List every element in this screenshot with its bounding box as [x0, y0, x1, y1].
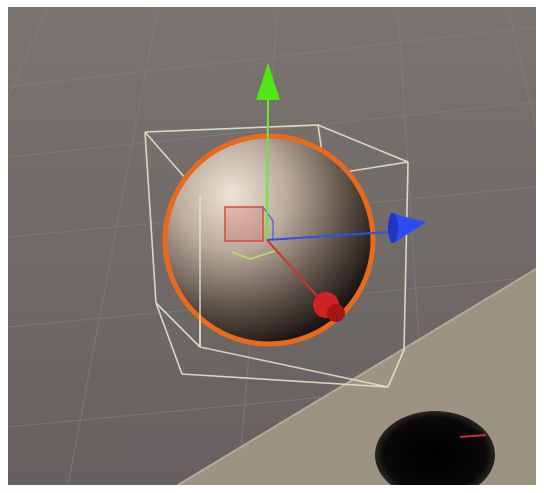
y-axis-line[interactable]	[266, 94, 269, 241]
xy-plane-handle[interactable]	[224, 206, 264, 242]
x-axis-arrow-tip	[327, 304, 345, 322]
scene-canvas[interactable]	[8, 7, 536, 485]
z-axis-arrow-base	[388, 213, 398, 243]
scene-viewport[interactable]	[8, 7, 536, 485]
